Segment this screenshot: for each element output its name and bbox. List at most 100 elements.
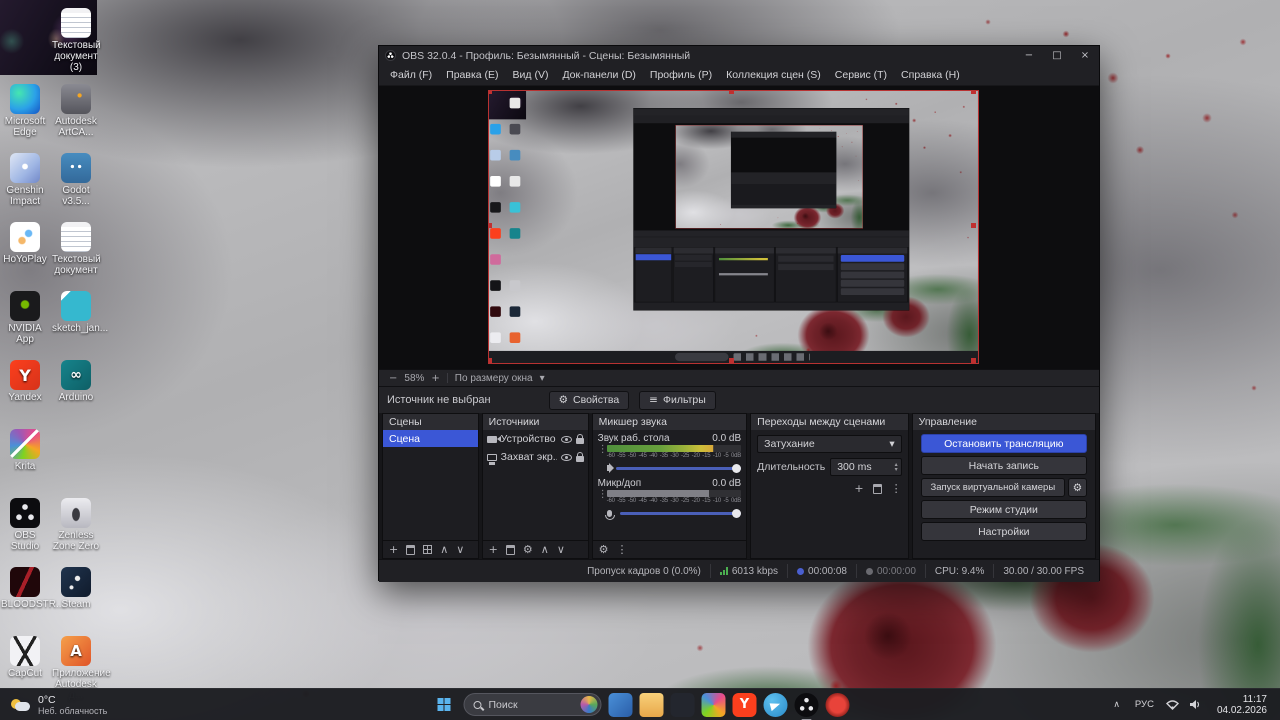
taskbar-record-indicator[interactable] bbox=[825, 692, 850, 717]
weather-widget[interactable]: 0°C Неб. облачность bbox=[0, 689, 118, 720]
source-item-screen-capture[interactable]: Захват экр... bbox=[483, 448, 588, 466]
desktop-icon-autodesk-artcam[interactable]: Autodesk ArtCA... bbox=[52, 84, 100, 138]
spin-down-icon[interactable]: ▾ bbox=[895, 467, 898, 473]
menu-item-profile[interactable]: Профиль (P) bbox=[643, 69, 719, 81]
taskbar-app-krita[interactable] bbox=[701, 692, 726, 717]
mixer-settings-button[interactable]: ⚙ bbox=[599, 543, 609, 556]
scene-down-button[interactable]: ∨ bbox=[456, 543, 464, 556]
desktop-icon-hoyoplay[interactable]: HoYoPlay bbox=[1, 222, 49, 265]
properties-button[interactable]: ⚙ Свойства bbox=[548, 390, 630, 410]
zoom-out-button[interactable]: − bbox=[389, 373, 397, 384]
duration-input[interactable]: 300 ms ▴ ▾ bbox=[830, 458, 902, 476]
fit-mode-dropdown[interactable]: По размеру окна bbox=[455, 373, 533, 384]
source-selection-handles[interactable] bbox=[489, 91, 492, 94]
desktop-icon-capcut[interactable]: CapCut bbox=[1, 636, 49, 679]
visibility-icon[interactable] bbox=[560, 453, 572, 461]
taskbar-app-yandex-browser[interactable]: Y bbox=[732, 692, 757, 717]
scene-up-button[interactable]: ∧ bbox=[440, 543, 448, 556]
studio-mode-button[interactable]: Режим студии bbox=[920, 500, 1087, 519]
filters-button[interactable]: ≡ Фильтры bbox=[639, 390, 716, 410]
zoom-in-button[interactable]: + bbox=[431, 373, 439, 384]
sources-dock-header[interactable]: Источники bbox=[482, 414, 588, 430]
remove-scene-button[interactable] bbox=[406, 544, 416, 555]
microphone-icon[interactable] bbox=[604, 509, 615, 520]
maximize-button[interactable]: □ bbox=[1043, 46, 1071, 65]
taskbar-app-telegram[interactable] bbox=[763, 692, 788, 717]
desktop-icon-yandex[interactable]: Y Yandex bbox=[1, 360, 49, 403]
transition-select[interactable]: Затухание ▾ bbox=[757, 435, 902, 453]
volume-slider-knob[interactable] bbox=[732, 463, 742, 473]
wifi-icon[interactable] bbox=[1162, 699, 1183, 710]
volume-slider[interactable] bbox=[615, 463, 742, 473]
menu-item-edit[interactable]: Правка (E) bbox=[439, 69, 505, 81]
screen-capture-source-preview[interactable] bbox=[488, 90, 979, 364]
lock-icon[interactable] bbox=[575, 434, 584, 444]
menu-item-help[interactable]: Справка (H) bbox=[894, 69, 967, 81]
sources-list[interactable]: Устройство Захват экр... bbox=[483, 430, 588, 540]
desktop-icon-sketch-file[interactable]: sketch_jan... bbox=[52, 291, 108, 334]
scene-item-selected[interactable]: Сцена bbox=[383, 430, 478, 447]
menu-item-view[interactable]: Вид (V) bbox=[506, 69, 556, 81]
desktop-icon-text-document[interactable]: Текстовый документ bbox=[52, 222, 101, 276]
mixer-dock-header[interactable]: Микшер звука bbox=[592, 414, 747, 430]
search-box[interactable]: Поиск bbox=[463, 693, 602, 716]
transitions-dock-header[interactable]: Переходы между сценами bbox=[751, 414, 908, 430]
source-up-button[interactable]: ∧ bbox=[541, 543, 549, 556]
close-button[interactable]: × bbox=[1071, 46, 1099, 65]
preview-canvas[interactable] bbox=[379, 86, 1099, 369]
transition-menu-button[interactable]: ⋮ bbox=[891, 482, 902, 495]
channel-menu-icon[interactable]: ⋮ bbox=[598, 445, 608, 474]
remove-transition-button[interactable] bbox=[872, 483, 882, 494]
clock[interactable]: 11:17 04.02.2026 bbox=[1208, 694, 1276, 716]
settings-button[interactable]: Настройки bbox=[920, 522, 1087, 541]
start-button[interactable] bbox=[431, 692, 457, 718]
desktop-icon-obs-studio[interactable]: OBS Studio bbox=[1, 498, 49, 552]
mixer-menu-button[interactable]: ⋮ bbox=[617, 543, 628, 556]
virtual-camera-config-button[interactable]: ⚙ bbox=[1068, 478, 1087, 497]
menu-item-scene-collection[interactable]: Коллекция сцен (S) bbox=[719, 69, 828, 81]
speaker-icon[interactable] bbox=[606, 465, 611, 471]
visibility-icon[interactable] bbox=[560, 435, 572, 443]
scene-grid-mode-button[interactable] bbox=[423, 545, 433, 554]
controls-dock-header[interactable]: Управление bbox=[912, 414, 1095, 430]
tray-chevron-icon[interactable]: ∧ bbox=[1106, 700, 1127, 710]
lock-icon[interactable] bbox=[575, 452, 584, 462]
add-scene-button[interactable]: + bbox=[389, 543, 398, 556]
source-item-video-device[interactable]: Устройство bbox=[483, 430, 588, 448]
channel-menu-icon[interactable]: ⋮ bbox=[598, 490, 608, 519]
obs-titlebar[interactable]: OBS 32.0.4 - Профиль: Безымянный - Сцены… bbox=[379, 46, 1099, 65]
desktop-icon-genshin-impact[interactable]: Genshin Impact bbox=[1, 153, 49, 207]
desktop-icon-krita[interactable]: Krita bbox=[1, 429, 49, 472]
add-source-button[interactable]: + bbox=[489, 543, 498, 556]
desktop-icon-steam[interactable]: Steam bbox=[52, 567, 100, 610]
menu-item-docks[interactable]: Док-панели (D) bbox=[555, 69, 642, 81]
stop-streaming-button[interactable]: Остановить трансляцию bbox=[920, 434, 1087, 453]
desktop-icon-bloodstrike[interactable]: BLOODSTR... bbox=[1, 567, 64, 610]
scenes-dock-header[interactable]: Сцены bbox=[383, 414, 478, 430]
volume-slider-knob[interactable] bbox=[732, 508, 742, 518]
desktop-icon-microsoft-edge[interactable]: Microsoft Edge bbox=[1, 84, 49, 138]
start-virtual-camera-button[interactable]: Запуск виртуальной камеры bbox=[920, 478, 1065, 497]
desktop-icon-nvidia-app[interactable]: NVIDIA App bbox=[1, 291, 49, 345]
desktop-icon-godot[interactable]: Godot v3.5... bbox=[52, 153, 100, 207]
add-transition-button[interactable]: + bbox=[854, 482, 863, 495]
desktop-icon-zenless-zone-zero[interactable]: Zenless Zone Zero bbox=[52, 498, 100, 552]
gear-icon: ⚙ bbox=[1072, 481, 1083, 494]
language-indicator[interactable]: РУС bbox=[1129, 699, 1160, 710]
source-down-button[interactable]: ∨ bbox=[557, 543, 565, 556]
menu-item-tools[interactable]: Сервис (T) bbox=[828, 69, 894, 81]
volume-icon[interactable] bbox=[1185, 699, 1206, 710]
scenes-list[interactable]: Сцена bbox=[383, 430, 478, 540]
start-recording-button[interactable]: Начать запись bbox=[920, 456, 1087, 475]
taskbar-app-dark[interactable] bbox=[670, 692, 695, 717]
desktop-icon-text-document-3[interactable]: Текстовый документ (3) bbox=[52, 8, 101, 73]
taskbar-app-obs-studio[interactable] bbox=[794, 692, 819, 720]
minimize-button[interactable]: − bbox=[1015, 46, 1043, 65]
menu-item-file[interactable]: Файл (F) bbox=[383, 69, 439, 81]
volume-slider[interactable] bbox=[619, 508, 742, 518]
source-properties-button[interactable]: ⚙ bbox=[523, 543, 533, 556]
taskbar-app-file-explorer[interactable] bbox=[639, 692, 664, 717]
desktop-icon-arduino[interactable]: ∞ Arduino bbox=[52, 360, 100, 403]
taskbar-app-blue[interactable] bbox=[608, 692, 633, 717]
remove-source-button[interactable] bbox=[505, 544, 515, 555]
